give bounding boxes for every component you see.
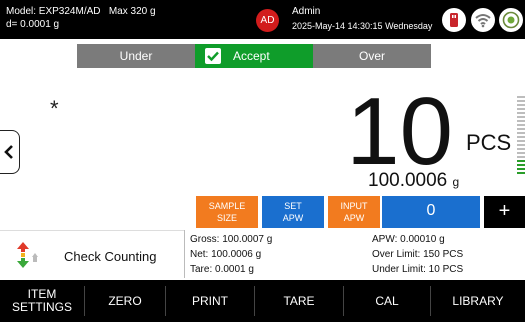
under-indicator: Under [77,44,195,68]
under-limit-info: Under Limit: 10 PCS [372,264,464,275]
over-indicator: Over [313,44,431,68]
bargraph-segment [517,160,525,162]
bottom-softkey-bar: ITEM SETTINGS ZERO PRINT TARE CAL LIBRARY [0,280,525,322]
sample-size-label-2: SIZE [216,213,237,223]
set-apw-label-1: SET [284,201,302,211]
bargraph-segment [517,136,525,138]
chevron-left-icon [4,145,13,159]
balance-info: Model: EXP324M/AD Max 320 g d= 0.0001 g [6,5,156,31]
bargraph-segment [517,144,525,146]
set-apw-label-2: APW [282,213,304,223]
bargraph-segment [517,112,525,114]
stability-indicator: * [50,96,59,121]
bargraph-segment [517,116,525,118]
plus-button[interactable]: + [484,196,525,228]
accept-indicator: Accept [195,44,313,68]
net-weight: Net: 100.0006 g [190,249,262,260]
date-time: 2025-May-14 14:30:15 Wednesday [292,21,433,31]
net-weight-unit: g [452,175,460,189]
usb-drive-icon[interactable] [442,8,466,32]
bargraph-segment [517,104,525,106]
capacity-bargraph [517,96,525,174]
side-panel-toggle[interactable] [0,130,20,174]
weight-info-column: Gross: 100.0007 g Net: 100.0006 g Tare: … [190,232,272,277]
bargraph-segment [517,168,525,170]
sample-size-label-1: SAMPLE [208,201,246,211]
cal-button[interactable]: CAL [344,280,430,322]
net-weight-readout: 100.0006 g [368,170,459,192]
bargraph-segment [517,140,525,142]
apw-value-field[interactable]: 0 [382,196,480,228]
print-button[interactable]: PRINT [166,280,254,322]
bargraph-segment [517,120,525,122]
limits-info-column: APW: 0.00010 g Over Limit: 150 PCS Under… [372,232,463,277]
sample-size-button[interactable]: SAMPLE SIZE [196,196,258,228]
user-avatar[interactable]: AD [256,9,279,32]
net-weight-value: 100.0006 [368,170,448,191]
tare-button[interactable]: TARE [255,280,343,322]
info-divider-left [184,230,185,278]
library-button[interactable]: LIBRARY [431,280,525,322]
count-unit: PCS [466,130,512,155]
tare-weight: Tare: 0.0001 g [190,264,254,275]
input-apw-button[interactable]: INPUT APW [328,196,380,228]
max-capacity-label: Max 320 g [108,6,156,17]
input-apw-label-1: INPUT [340,201,368,211]
wifi-icon[interactable] [471,8,495,32]
zero-button[interactable]: ZERO [85,280,165,322]
bargraph-segment [517,124,525,126]
apw-info: APW: 0.00010 g [372,234,445,245]
bargraph-segment [517,156,525,158]
count-value: 10 [346,78,453,185]
bargraph-segment [517,132,525,134]
mode-label: Check Counting [64,249,157,264]
over-limit-info: Over Limit: 150 PCS [372,249,464,260]
gross-weight: Gross: 100.0007 g [190,234,273,245]
mode-panel[interactable]: Check Counting [0,230,184,278]
bargraph-segment [517,172,525,174]
check-icon [205,48,221,64]
header-bar: Model: EXP324M/AD Max 320 g d= 0.0001 g … [0,0,525,39]
set-apw-button[interactable]: SET APW [262,196,324,228]
item-settings-label-1: ITEM [27,287,57,301]
bargraph-segment [517,128,525,130]
user-info: Admin 2025-May-14 14:30:15 Wednesday [292,5,432,34]
check-counting-icon [16,241,42,269]
bargraph-segment [517,108,525,110]
accept-label: Accept [233,49,270,63]
input-apw-label-2: APW [343,213,365,223]
bargraph-segment [517,148,525,150]
item-settings-label-2: SETTINGS [11,300,72,314]
bargraph-segment [517,100,525,102]
level-bubble-icon[interactable] [499,8,523,32]
bargraph-segment [517,152,525,154]
item-settings-button[interactable]: ITEM SETTINGS [0,280,84,322]
user-name: Admin [292,6,321,17]
model-label: Model: EXP324M/AD [6,6,101,17]
bargraph-segment [517,96,525,98]
readability-label: d= 0.0001 g [6,19,60,30]
bargraph-segment [517,164,525,166]
